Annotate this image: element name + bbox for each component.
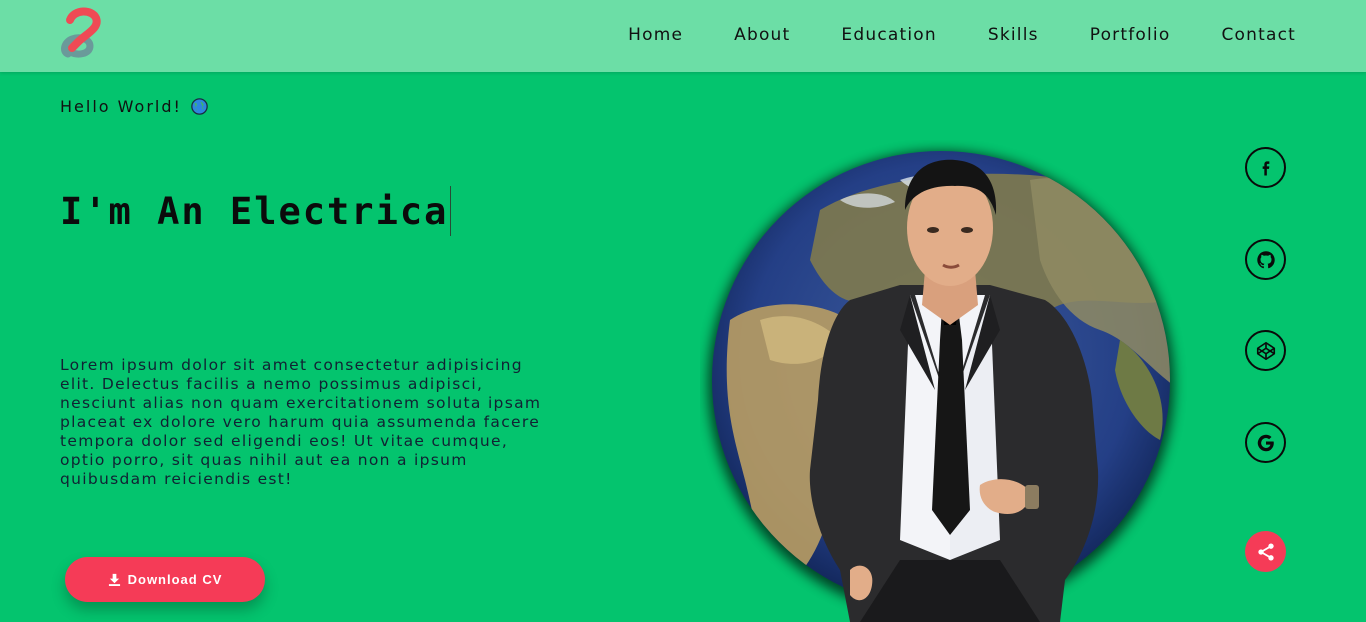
facebook-icon [1262, 160, 1269, 175]
hero-description: Lorem ipsum dolor sit amet consectetur a… [60, 356, 542, 488]
download-cv-button[interactable]: Download CV [65, 557, 265, 602]
dual-s-logo-icon[interactable] [60, 6, 106, 58]
download-cv-label: Download CV [127, 572, 223, 587]
github-link[interactable] [1245, 239, 1286, 280]
globe-icon [191, 98, 208, 115]
github-icon [1256, 250, 1275, 268]
typing-caret [450, 186, 452, 236]
typed-headline: I'm An Electrica [60, 186, 452, 236]
site-header: Home About Education Skills Portfolio Co… [0, 0, 1366, 72]
codepen-icon [1256, 341, 1275, 360]
facebook-link[interactable] [1245, 147, 1286, 188]
greeting-text: Hello World! [60, 97, 182, 116]
main-nav: Home About Education Skills Portfolio Co… [577, 0, 1296, 70]
codepen-link[interactable] [1245, 330, 1286, 371]
google-link[interactable] [1245, 422, 1286, 463]
nav-education[interactable]: Education [841, 25, 936, 45]
download-icon [108, 573, 120, 586]
google-icon [1257, 434, 1274, 451]
greeting: Hello World! [60, 97, 208, 116]
share-button[interactable] [1245, 531, 1286, 572]
typed-text: I'm An Electrica [60, 189, 449, 233]
nav-home[interactable]: Home [628, 25, 683, 45]
nav-contact[interactable]: Contact [1221, 25, 1296, 45]
nav-skills[interactable]: Skills [988, 25, 1039, 45]
nav-portfolio[interactable]: Portfolio [1090, 25, 1171, 45]
share-icon [1257, 543, 1274, 560]
profile-photo [708, 151, 1174, 622]
nav-about[interactable]: About [734, 25, 790, 45]
